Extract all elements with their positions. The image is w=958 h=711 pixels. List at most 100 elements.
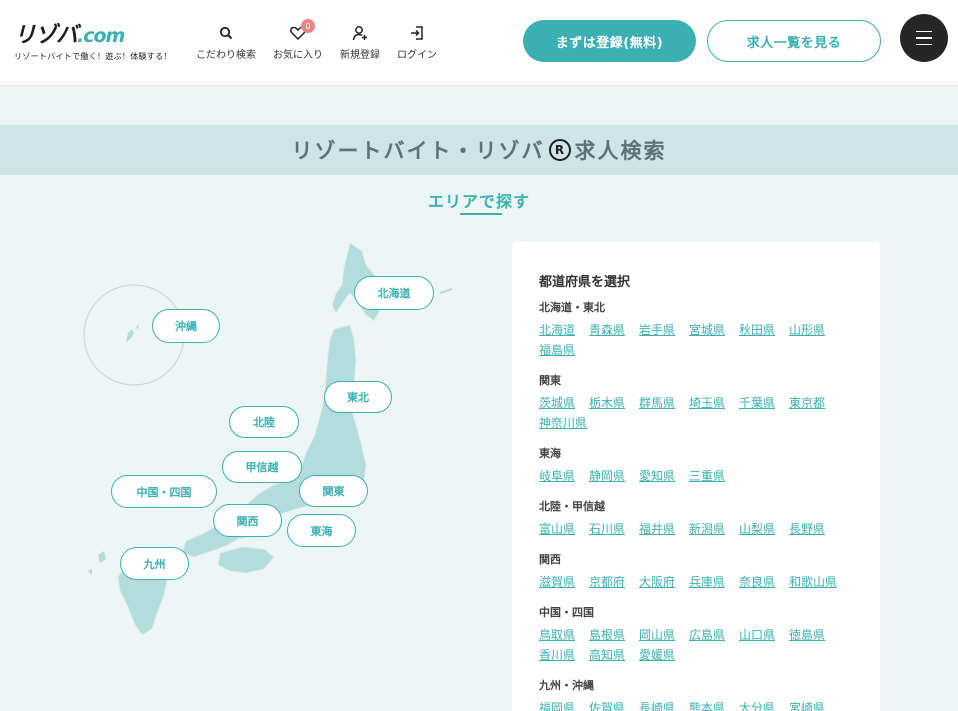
prefecture-link[interactable]: 熊本県 xyxy=(689,698,739,711)
page-title-band: リゾートバイト・リゾバ R 求人検索 xyxy=(0,125,958,175)
prefecture-link[interactable]: 高知県 xyxy=(589,645,639,665)
prefecture-link[interactable]: 愛知県 xyxy=(639,466,689,486)
prefecture-link[interactable]: 長野県 xyxy=(789,519,839,539)
region-group-name: 中国・四国 xyxy=(539,606,594,619)
prefecture-link[interactable]: 埼玉県 xyxy=(689,393,739,413)
site-header: リゾバ.com リゾートバイトで働く！遊ぶ！体験する！ こだわり検索 0 お気に… xyxy=(0,0,958,86)
prefecture-link[interactable]: 岐阜県 xyxy=(539,466,589,486)
region-group-tokai: 東海 岐阜県 静岡県 愛知県 三重県 xyxy=(539,445,880,486)
japan-map: 北海道 沖縄 東北 北陸 甲信越 関東 中国・四国 関西 東海 九州 xyxy=(70,235,470,645)
search-icon xyxy=(216,24,236,42)
registered-mark-icon: R xyxy=(548,139,571,161)
nav-favorites[interactable]: 0 お気に入り xyxy=(273,19,323,61)
prefecture-link[interactable]: 東京都 xyxy=(789,393,839,413)
prefecture-link[interactable]: 鳥取県 xyxy=(539,625,589,645)
region-kyushu[interactable]: 九州 xyxy=(120,547,189,580)
region-tohoku[interactable]: 東北 xyxy=(324,381,392,413)
login-icon xyxy=(407,24,427,42)
prefecture-link[interactable]: 佐賀県 xyxy=(589,698,639,711)
region-kanto[interactable]: 関東 xyxy=(299,475,368,507)
page-title-prefix: リゾートバイト・リゾバ xyxy=(291,139,545,163)
region-group-name: 東海 xyxy=(539,447,561,460)
nav-search-label: こだわり検索 xyxy=(196,50,256,61)
region-group-hokuriku-koshinetsu: 北陸・甲信越 富山県 石川県 福井県 新潟県 山梨県 長野県 xyxy=(539,498,880,539)
nav-favorites-label: お気に入り xyxy=(273,50,323,61)
region-group-kyushu-okinawa: 九州・沖縄 福岡県 佐賀県 長崎県 熊本県 大分県 宮崎県 xyxy=(539,677,880,711)
prefecture-link[interactable]: 静岡県 xyxy=(589,466,639,486)
prefecture-link[interactable]: 長崎県 xyxy=(639,698,689,711)
prefecture-link[interactable]: 山形県 xyxy=(789,320,839,340)
prefecture-link[interactable]: 福岡県 xyxy=(539,698,589,711)
prefecture-link[interactable]: 神奈川県 xyxy=(539,413,601,433)
site-logo[interactable]: リゾバ.com リゾートバイトで働く！遊ぶ！体験する！ xyxy=(14,24,172,62)
prefecture-link[interactable]: 千葉県 xyxy=(739,393,789,413)
prefecture-link[interactable]: 愛媛県 xyxy=(639,645,689,665)
hamburger-icon[interactable] xyxy=(900,14,948,62)
heart-icon: 0 xyxy=(288,19,315,42)
region-group-name: 関西 xyxy=(539,553,561,566)
region-group-name: 北陸・甲信越 xyxy=(539,500,605,513)
prefecture-link[interactable]: 和歌山県 xyxy=(789,572,851,592)
prefecture-link[interactable]: 宮崎県 xyxy=(789,698,839,711)
nav-login-label: ログイン xyxy=(397,50,437,61)
prefecture-link[interactable]: 宮城県 xyxy=(689,320,739,340)
user-add-icon xyxy=(350,24,370,42)
logo-suffix: .com xyxy=(77,25,125,47)
prefecture-link[interactable]: 大分県 xyxy=(739,698,789,711)
region-koshinetsu[interactable]: 甲信越 xyxy=(222,451,302,483)
prefecture-link[interactable]: 福井県 xyxy=(639,519,689,539)
region-group-name: 関東 xyxy=(539,374,561,387)
prefecture-panel-heading: 都道府県を選択 xyxy=(539,275,631,290)
prefecture-link[interactable]: 青森県 xyxy=(589,320,639,340)
area-search-heading: エリアで探す xyxy=(427,192,530,211)
prefecture-link[interactable]: 山梨県 xyxy=(739,519,789,539)
logo-tagline: リゾートバイトで働く！遊ぶ！体験する！ xyxy=(14,52,172,61)
prefecture-link[interactable]: 岡山県 xyxy=(639,625,689,645)
favorites-count-badge: 0 xyxy=(301,19,315,33)
prefecture-link[interactable]: 福島県 xyxy=(539,340,589,360)
region-okinawa[interactable]: 沖縄 xyxy=(152,309,220,343)
prefecture-link[interactable]: 滋賀県 xyxy=(539,572,589,592)
prefecture-link[interactable]: 富山県 xyxy=(539,519,589,539)
prefecture-link[interactable]: 兵庫県 xyxy=(689,572,739,592)
prefecture-link[interactable]: 香川県 xyxy=(539,645,589,665)
nav-register-label: 新規登録 xyxy=(340,50,380,61)
prefecture-link[interactable]: 京都府 xyxy=(589,572,639,592)
prefecture-link[interactable]: 群馬県 xyxy=(639,393,689,413)
prefecture-link[interactable]: 山口県 xyxy=(739,625,789,645)
prefecture-link[interactable]: 岩手県 xyxy=(639,320,689,340)
prefecture-link[interactable]: 徳島県 xyxy=(789,625,839,645)
prefecture-link[interactable]: 島根県 xyxy=(589,625,639,645)
region-group-kansai: 関西 滋賀県 京都府 大阪府 兵庫県 奈良県 和歌山県 xyxy=(539,551,880,592)
region-hokkaido[interactable]: 北海道 xyxy=(354,276,434,310)
prefecture-link[interactable]: 新潟県 xyxy=(689,519,739,539)
page-title-suffix: 求人検索 xyxy=(574,139,667,163)
job-list-button[interactable]: 求人一覧を見る xyxy=(707,20,881,62)
register-free-button[interactable]: まずは登録(無料) xyxy=(523,20,696,62)
region-group-name: 九州・沖縄 xyxy=(539,679,594,692)
prefecture-link[interactable]: 北海道 xyxy=(539,320,589,340)
prefecture-link[interactable]: 茨城県 xyxy=(539,393,589,413)
prefecture-link[interactable]: 石川県 xyxy=(589,519,639,539)
nav-search[interactable]: こだわり検索 xyxy=(196,24,256,61)
prefecture-link[interactable]: 広島県 xyxy=(689,625,739,645)
region-group-name: 北海道・東北 xyxy=(539,301,605,314)
prefecture-link[interactable]: 大阪府 xyxy=(639,572,689,592)
page-title: リゾートバイト・リゾバ R 求人検索 xyxy=(292,135,667,165)
region-group-kanto: 関東 茨城県 栃木県 群馬県 埼玉県 千葉県 東京都 神奈川県 xyxy=(539,372,880,433)
region-group-hokkaido-tohoku: 北海道・東北 北海道 青森県 岩手県 宮城県 秋田県 山形県 福島県 xyxy=(539,299,880,360)
region-tokai[interactable]: 東海 xyxy=(287,514,356,547)
region-hokuriku[interactable]: 北陸 xyxy=(229,406,299,438)
region-group-chugoku-shikoku: 中国・四国 鳥取県 島根県 岡山県 広島県 山口県 徳島県 香川県 高知県 愛媛… xyxy=(539,604,880,665)
region-chugoku-shikoku[interactable]: 中国・四国 xyxy=(111,475,217,508)
prefecture-link[interactable]: 秋田県 xyxy=(739,320,789,340)
heading-underline xyxy=(460,213,502,215)
logo-text: リゾバ xyxy=(14,23,78,48)
nav-register[interactable]: 新規登録 xyxy=(340,24,380,61)
prefecture-panel: 都道府県を選択 北海道・東北 北海道 青森県 岩手県 宮城県 秋田県 山形県 福… xyxy=(512,242,880,711)
region-kansai[interactable]: 関西 xyxy=(213,504,282,537)
prefecture-link[interactable]: 栃木県 xyxy=(589,393,639,413)
prefecture-link[interactable]: 奈良県 xyxy=(739,572,789,592)
prefecture-link[interactable]: 三重県 xyxy=(689,466,739,486)
nav-login[interactable]: ログイン xyxy=(397,24,437,61)
